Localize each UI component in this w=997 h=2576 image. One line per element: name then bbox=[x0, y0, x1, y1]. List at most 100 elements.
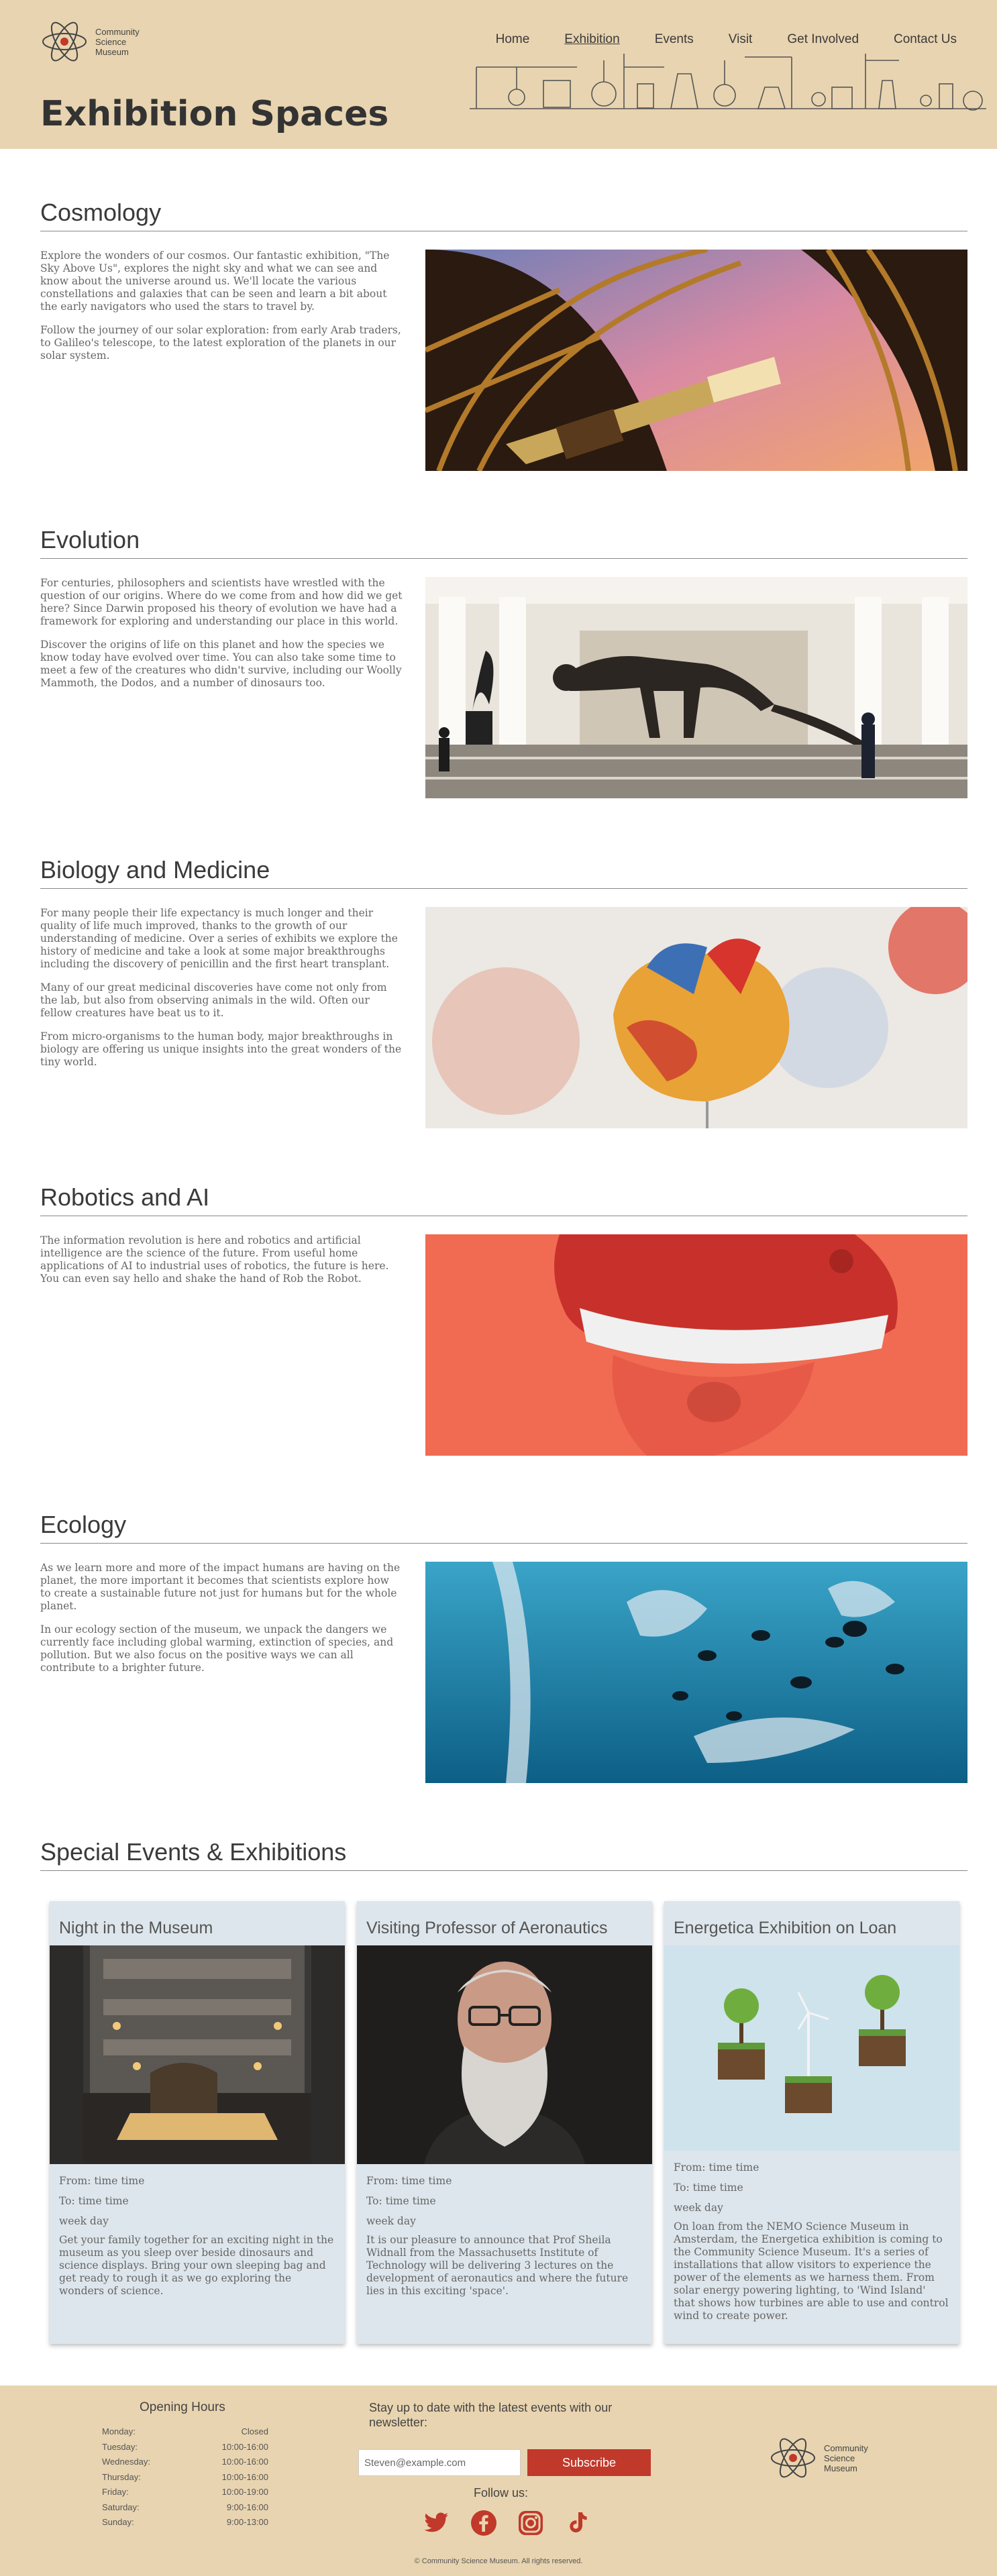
event-day: week day bbox=[59, 2215, 109, 2227]
facebook-icon[interactable] bbox=[470, 2509, 498, 2537]
heart-model-image bbox=[425, 907, 967, 1128]
event-description: It is our pleasure to announce that Prof… bbox=[366, 2234, 629, 2297]
section-paragraph: From micro-organisms to the human body, … bbox=[40, 1030, 402, 1068]
event-meta: From: time time To: time time week day bbox=[357, 2164, 652, 2231]
section-paragraph: In our ecology section of the museum, we… bbox=[40, 1623, 394, 1674]
section-body: For centuries, philosophers and scientis… bbox=[40, 577, 403, 700]
section-ecology: Ecology As we learn more and more of the… bbox=[40, 1511, 967, 1786]
hours-row: Thursday: 10:00-16:00 bbox=[102, 2470, 268, 2485]
hours-time: 10:00-16:00 bbox=[221, 2457, 268, 2467]
event-card[interactable]: Visiting Professor of Aeronautics From: … bbox=[357, 1901, 652, 2344]
instagram-icon[interactable] bbox=[517, 2509, 545, 2537]
hours-row: Tuesday: 10:00-16:00 bbox=[102, 2440, 268, 2455]
hours-day: Sunday: bbox=[102, 2517, 134, 2527]
hours-time: 10:00-16:00 bbox=[221, 2471, 268, 2482]
site-logo[interactable]: Community Science Museum bbox=[40, 17, 140, 66]
brand-line-1: Community bbox=[824, 2443, 868, 2453]
hours-row: Saturday: 9:00-16:00 bbox=[102, 2500, 268, 2516]
event-description: Get your family together for an exciting… bbox=[59, 2234, 334, 2297]
ocean-plastic-image bbox=[425, 1562, 967, 1783]
lab-equipment-illustration bbox=[470, 54, 986, 111]
nav-get-involved[interactable]: Get Involved bbox=[787, 32, 859, 47]
event-meta: From: time time To: time time week day bbox=[664, 2151, 959, 2218]
site-footer: Opening Hours Monday: Closed Tuesday: 10:0… bbox=[0, 2385, 997, 2576]
copyright-text: © Community Science Museum. All rights r… bbox=[414, 2557, 583, 2565]
hours-day: Monday: bbox=[102, 2426, 136, 2436]
section-paragraph: As we learn more and more of the impact … bbox=[40, 1562, 401, 1612]
section-title: Ecology bbox=[40, 1511, 967, 1544]
page-title: Exhibition Spaces bbox=[40, 94, 389, 134]
section-paragraph: For many people their life expectancy is… bbox=[40, 907, 398, 970]
event-cards: Night in the Museum From: time time To: … bbox=[50, 1901, 959, 2344]
hours-time: Closed bbox=[241, 2426, 268, 2436]
section-special-events: Special Events & Exhibitions bbox=[40, 1838, 967, 1878]
hours-day: Friday: bbox=[102, 2487, 129, 2497]
section-paragraph: The information revolution is here and r… bbox=[40, 1234, 389, 1285]
event-title[interactable]: Visiting Professor of Aeronautics bbox=[357, 1901, 652, 1945]
footer-logo-text: Community Science Museum bbox=[824, 2443, 868, 2473]
opening-hours-table: Monday: Closed Tuesday: 10:00-16:00 Wednes… bbox=[102, 2424, 268, 2530]
hours-time: 9:00-13:00 bbox=[226, 2517, 268, 2527]
event-to: To: time time bbox=[366, 2195, 436, 2207]
tiktok-icon[interactable] bbox=[564, 2509, 592, 2537]
event-day: week day bbox=[674, 2202, 723, 2214]
hours-row: Sunday: 9:00-13:00 bbox=[102, 2515, 268, 2530]
main-nav: Home Exhibition Events Visit Get Involve… bbox=[461, 32, 957, 47]
event-from: From: time time bbox=[366, 2175, 452, 2187]
hours-row: Friday: 10:00-19:00 bbox=[102, 2485, 268, 2500]
section-title: Biology and Medicine bbox=[40, 856, 967, 889]
hours-row: Monday: Closed bbox=[102, 2424, 268, 2440]
nav-visit[interactable]: Visit bbox=[729, 32, 753, 47]
energetica-islands-image bbox=[664, 1945, 959, 2151]
section-paragraph: Explore the wonders of our cosmos. Our f… bbox=[40, 250, 390, 313]
nav-contact-us[interactable]: Contact Us bbox=[894, 32, 957, 47]
event-title[interactable]: Energetica Exhibition on Loan bbox=[664, 1901, 959, 1945]
event-card[interactable]: Night in the Museum From: time time To: … bbox=[50, 1901, 345, 2344]
hours-time: 10:00-19:00 bbox=[221, 2487, 268, 2497]
section-body: For many people their life expectancy is… bbox=[40, 907, 403, 1079]
brand-line-1: Community bbox=[95, 26, 140, 37]
section-title: Cosmology bbox=[40, 199, 967, 231]
atom-logo-icon bbox=[771, 2438, 815, 2478]
event-day: week day bbox=[366, 2215, 416, 2227]
opening-hours-title: Opening Hours bbox=[140, 2400, 225, 2414]
hours-time: 9:00-16:00 bbox=[226, 2502, 268, 2512]
follow-us-label: Follow us: bbox=[474, 2486, 529, 2500]
event-from: From: time time bbox=[674, 2161, 759, 2174]
footer-logo[interactable]: Community Science Museum bbox=[769, 2434, 868, 2482]
newsletter-email-input[interactable] bbox=[358, 2449, 521, 2476]
dinosaur-skeleton-image bbox=[425, 577, 967, 798]
hours-day: Wednesday: bbox=[102, 2457, 151, 2467]
brand-line-2: Science bbox=[824, 2453, 855, 2463]
brand-line-3: Museum bbox=[95, 46, 129, 57]
hours-time: 10:00-16:00 bbox=[221, 2441, 268, 2452]
section-body: As we learn more and more of the impact … bbox=[40, 1562, 403, 1685]
section-title: Special Events & Exhibitions bbox=[40, 1838, 967, 1871]
nav-home[interactable]: Home bbox=[496, 32, 530, 47]
site-logo-text: Community Science Museum bbox=[95, 27, 140, 57]
section-body: The information revolution is here and r… bbox=[40, 1234, 403, 1296]
atom-logo-icon bbox=[42, 21, 87, 62]
section-evolution: Evolution For centuries, philosophers an… bbox=[40, 526, 967, 801]
event-card[interactable]: Energetica Exhibition on Loan From: time… bbox=[664, 1901, 959, 2344]
nav-events[interactable]: Events bbox=[655, 32, 694, 47]
site-header: Community Science Museum Home Exhibition… bbox=[0, 0, 997, 149]
section-robotics-ai: Robotics and AI The information revoluti… bbox=[40, 1183, 967, 1458]
section-title: Robotics and AI bbox=[40, 1183, 967, 1216]
event-to: To: time time bbox=[674, 2182, 743, 2194]
event-from: From: time time bbox=[59, 2175, 145, 2187]
event-description: On loan from the NEMO Science Museum in … bbox=[674, 2220, 949, 2322]
brand-line-2: Science bbox=[95, 36, 127, 47]
section-paragraph: Many of our great medicinal discoveries … bbox=[40, 981, 387, 1019]
nav-exhibition[interactable]: Exhibition bbox=[564, 32, 619, 47]
vr-headset-image bbox=[425, 1234, 967, 1456]
brand-line-3: Museum bbox=[824, 2463, 857, 2473]
subscribe-button[interactable]: Subscribe bbox=[527, 2449, 651, 2476]
social-links bbox=[423, 2509, 592, 2537]
twitter-icon[interactable] bbox=[423, 2509, 451, 2537]
event-title[interactable]: Night in the Museum bbox=[50, 1901, 345, 1945]
hours-day: Tuesday: bbox=[102, 2441, 138, 2452]
event-to: To: time time bbox=[59, 2195, 129, 2207]
event-meta: From: time time To: time time week day bbox=[50, 2164, 345, 2231]
telescope-image bbox=[425, 250, 967, 471]
